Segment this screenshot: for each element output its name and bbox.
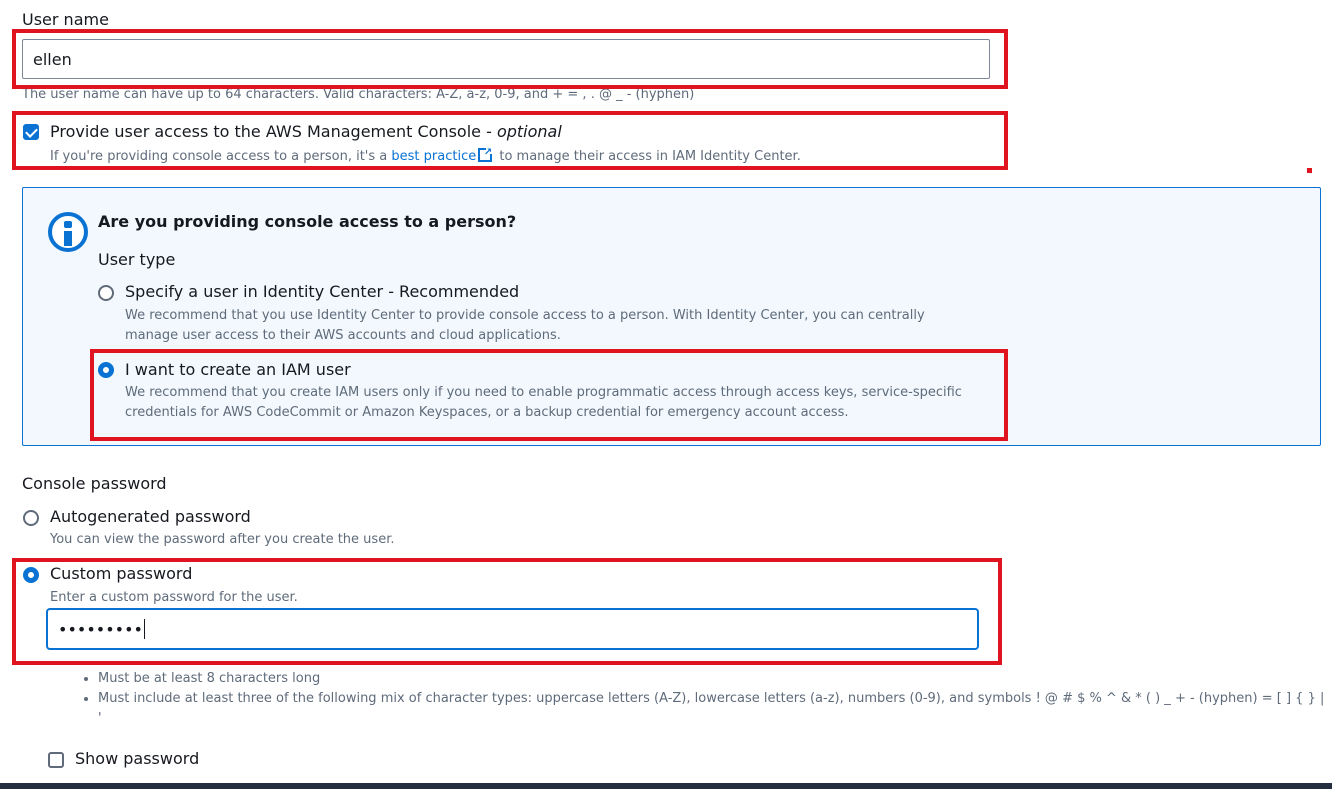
autogenerated-password-desc: You can view the password after you crea… bbox=[50, 532, 395, 547]
external-link-icon[interactable]: ↗ bbox=[478, 148, 493, 162]
option-iam-user-desc-1: We recommend that you create IAM users o… bbox=[125, 385, 962, 400]
info-alert-title: Are you providing console access to a pe… bbox=[98, 212, 517, 231]
user-type-label: User type bbox=[98, 250, 176, 269]
custom-password-input[interactable]: ••••••••• bbox=[46, 608, 979, 650]
show-password-label[interactable]: Show password bbox=[75, 749, 199, 768]
console-password-label: Console password bbox=[22, 474, 167, 493]
console-access-help: If you're providing console access to a … bbox=[50, 148, 801, 165]
red-marker bbox=[1307, 168, 1312, 173]
radio-custom-password[interactable] bbox=[23, 567, 39, 583]
bottom-bar bbox=[0, 783, 1332, 789]
option-identity-center-desc-1: We recommend that you use Identity Cente… bbox=[125, 308, 925, 323]
help-text-before: If you're providing console access to a … bbox=[50, 149, 392, 164]
show-password-checkbox[interactable] bbox=[48, 752, 64, 768]
user-name-value: ellen bbox=[33, 49, 72, 69]
option-identity-center-label[interactable]: Specify a user in Identity Center - Reco… bbox=[125, 282, 519, 301]
user-name-label: User name bbox=[22, 10, 109, 29]
password-value: ••••••••• bbox=[58, 619, 143, 639]
autogenerated-password-label[interactable]: Autogenerated password bbox=[50, 507, 251, 526]
radio-iam-user[interactable] bbox=[98, 362, 114, 378]
console-access-checkbox[interactable] bbox=[23, 124, 39, 140]
password-rule: Must include at least three of the follo… bbox=[98, 689, 1328, 729]
help-text-after: to manage their access in IAM Identity C… bbox=[495, 149, 801, 164]
option-identity-center-desc-2: manage user access to their AWS accounts… bbox=[125, 328, 561, 343]
radio-identity-center[interactable] bbox=[98, 285, 114, 301]
info-icon bbox=[48, 212, 88, 252]
custom-password-label[interactable]: Custom password bbox=[50, 564, 192, 583]
password-rule: Must be at least 8 characters long bbox=[98, 669, 1328, 689]
radio-autogenerated-password[interactable] bbox=[23, 510, 39, 526]
optional-text: optional bbox=[496, 122, 562, 141]
option-iam-user-label[interactable]: I want to create an IAM user bbox=[125, 360, 351, 379]
user-name-input[interactable]: ellen bbox=[22, 39, 990, 79]
user-name-help: The user name can have up to 64 characte… bbox=[22, 87, 695, 102]
text-cursor bbox=[143, 619, 145, 639]
password-rules: Must be at least 8 characters long Must … bbox=[78, 669, 1328, 729]
custom-password-desc: Enter a custom password for the user. bbox=[50, 590, 298, 605]
console-access-label: Provide user access to the AWS Managemen… bbox=[50, 122, 562, 141]
console-access-label-text: Provide user access to the AWS Managemen… bbox=[50, 122, 497, 141]
best-practice-link[interactable]: best practice bbox=[391, 149, 476, 164]
option-iam-user-desc-2: credentials for AWS CodeCommit or Amazon… bbox=[125, 405, 849, 420]
